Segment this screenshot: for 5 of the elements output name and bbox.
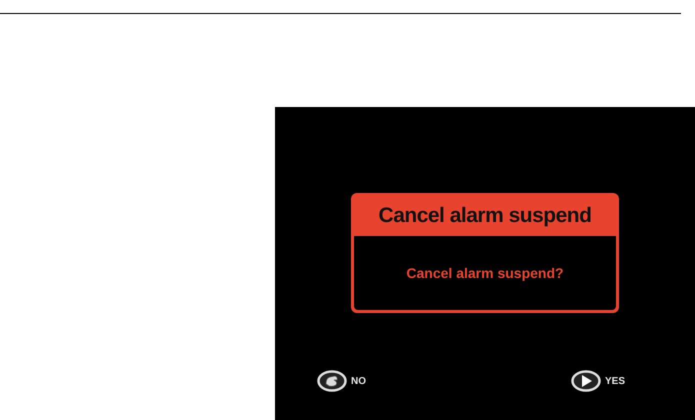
softkey-button[interactable]: NO — [317, 370, 366, 392]
dialog-title: Cancel alarm suspend — [378, 203, 592, 230]
dialog-message: Cancel alarm suspend? — [406, 264, 564, 283]
play-icon — [570, 370, 601, 392]
softkey-button[interactable]: YES — [570, 370, 625, 392]
